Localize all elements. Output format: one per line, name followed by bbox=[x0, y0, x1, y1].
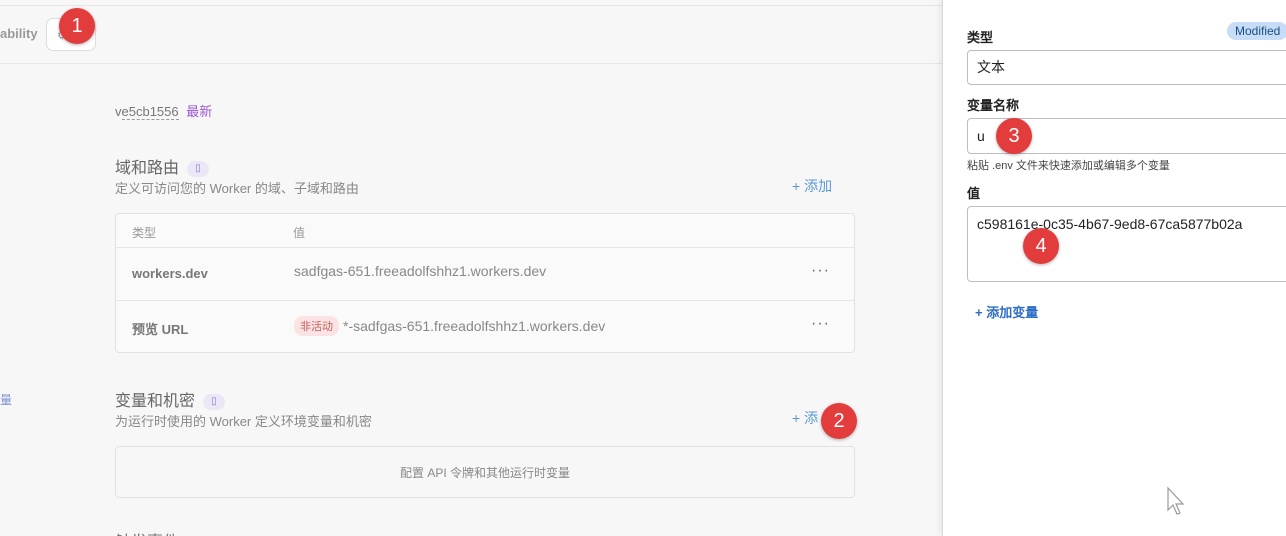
tab-bar: ability ⚙ bbox=[0, 0, 942, 64]
domains-table: 类型 值 workers.dev sadfgas-651.freeadolfsh… bbox=[115, 213, 855, 353]
header-value: 值 bbox=[293, 226, 306, 240]
domains-title-text: 域和路由 bbox=[115, 160, 180, 177]
add-variable-panel: 类型 Modified 文本 变量名称 u 粘贴 .env 文件来快速添加或编辑… bbox=[942, 0, 1286, 536]
table-header: 类型 值 bbox=[116, 214, 854, 248]
tab-observability[interactable]: ability bbox=[0, 26, 38, 41]
row-menu-button[interactable]: ··· bbox=[811, 315, 830, 333]
value-label: 值 bbox=[967, 186, 981, 201]
docs-book-icon[interactable]: ▯ bbox=[203, 393, 226, 410]
variables-empty-card: 配置 API 令牌和其他运行时变量 bbox=[115, 446, 855, 498]
variables-section-title: 变量和机密 ▯ bbox=[115, 387, 226, 411]
docs-book-icon[interactable]: ▯ bbox=[187, 160, 210, 177]
table-row: 预览 URL 非活动 *-sadfgas-651.freeadolfshhz1.w… bbox=[116, 301, 854, 354]
row-menu-button[interactable]: ··· bbox=[811, 262, 830, 280]
modified-badge: Modified bbox=[1227, 22, 1286, 40]
marker-1: 1 bbox=[59, 8, 95, 44]
version-hash[interactable]: e5cb1556 bbox=[121, 104, 179, 120]
type-select[interactable]: 文本 bbox=[967, 50, 1286, 85]
inactive-badge: 非活动 bbox=[294, 316, 339, 336]
add-domain-button[interactable]: + 添加 bbox=[792, 176, 832, 196]
marker-4: 4 bbox=[1023, 228, 1059, 264]
row-value-wrapper: 非活动 *-sadfgas-651.freeadolfshhz1.workers.… bbox=[294, 316, 605, 336]
main-page: ability ⚙ ve5cb1556 最新 域和路由 ▯ 定义可访问您的 Wor… bbox=[0, 0, 942, 536]
row-value: *-sadfgas-651.freeadolfshhz1.workers.dev bbox=[343, 318, 606, 334]
variable-value-textarea[interactable]: c598161e-0c35-4b67-9ed8-67ca5877b02a bbox=[967, 206, 1286, 282]
table-row: workers.dev sadfgas-651.freeadolfshhz1.w… bbox=[116, 248, 854, 301]
marker-2: 2 bbox=[821, 403, 857, 439]
add-variable-button[interactable]: + 添加变量 bbox=[975, 302, 1038, 321]
mouse-cursor-icon bbox=[1167, 486, 1185, 515]
add-variable-link[interactable]: + 添 bbox=[792, 408, 818, 428]
row-type: workers.dev bbox=[132, 266, 208, 281]
domains-description: 定义可访问您的 Worker 的域、子域和路由 bbox=[115, 181, 359, 196]
version-info: ve5cb1556 最新 bbox=[115, 101, 212, 120]
type-label: 类型 bbox=[967, 30, 994, 45]
left-sidebar-fragment[interactable]: 量 bbox=[0, 391, 12, 408]
row-type: 预览 URL bbox=[132, 322, 189, 337]
variables-description: 为运行时使用的 Worker 定义环境变量和机密 bbox=[115, 414, 372, 429]
env-paste-hint: 粘贴 .env 文件来快速添加或编辑多个变量 bbox=[967, 160, 1170, 172]
triggers-section-title: 触发事件 bbox=[115, 528, 179, 536]
row-value: sadfgas-651.freeadolfshhz1.workers.dev bbox=[294, 263, 547, 279]
latest-badge: 最新 bbox=[186, 104, 213, 119]
variables-title-text: 变量和机密 bbox=[115, 393, 196, 410]
header-type: 类型 bbox=[132, 226, 157, 240]
marker-3: 3 bbox=[996, 118, 1032, 154]
domains-section-title: 域和路由 ▯ bbox=[115, 154, 210, 178]
empty-state-text: 配置 API 令牌和其他运行时变量 bbox=[399, 466, 570, 480]
variable-name-label: 变量名称 bbox=[967, 98, 1020, 113]
version-prefix: v bbox=[115, 104, 122, 119]
